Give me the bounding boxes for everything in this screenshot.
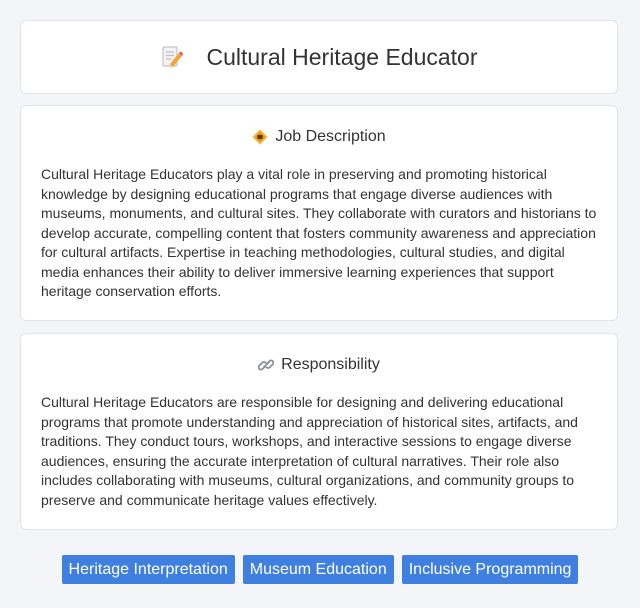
page-title: Cultural Heritage Educator xyxy=(206,43,478,70)
skill-tags: Heritage Interpretation Museum Education… xyxy=(0,555,640,584)
tag-inclusive-programming: Inclusive Programming xyxy=(401,555,579,584)
job-description-heading: Job Description xyxy=(275,128,386,145)
responsibility-card: Responsibility Cultural Heritage Educato… xyxy=(20,333,618,530)
responsibility-heading: Responsibility xyxy=(281,356,380,373)
job-description-card: Job Description Cultural Heritage Educat… xyxy=(20,105,618,321)
diamond-badge-icon xyxy=(252,129,268,145)
header-card: Cultural Heritage Educator xyxy=(20,20,618,94)
tag-museum-education: Museum Education xyxy=(242,555,394,584)
responsibility-text: Cultural Heritage Educators are responsi… xyxy=(41,394,578,508)
responsibility-heading-row: Responsibility xyxy=(41,355,597,375)
link-icon xyxy=(257,357,275,373)
job-description-text: Cultural Heritage Educators play a vital… xyxy=(41,166,597,299)
tag-heritage-interpretation: Heritage Interpretation xyxy=(61,555,235,584)
job-description-heading-row: Job Description xyxy=(41,127,597,147)
memo-pencil-icon xyxy=(160,45,184,69)
